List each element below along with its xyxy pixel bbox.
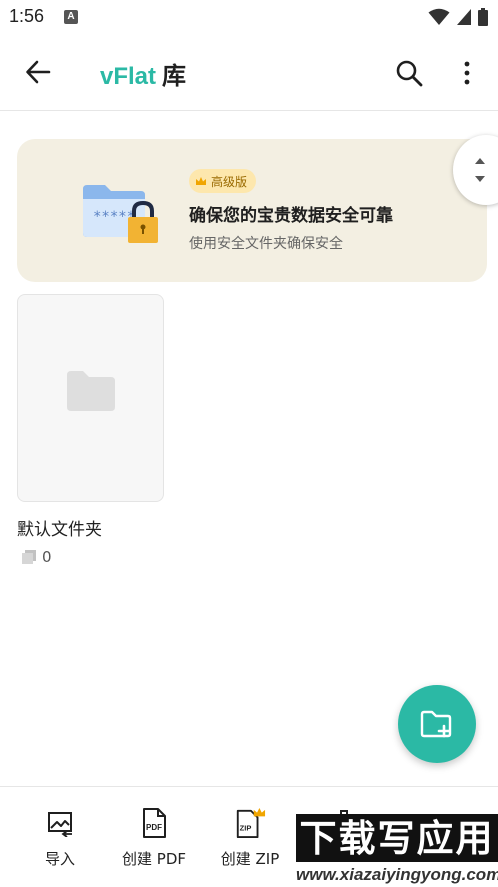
folder-name: 默认文件夹 (17, 520, 102, 540)
app-bar: vFlat 库 (0, 34, 498, 111)
create-pdf-button[interactable]: PDF 创建 PDF (106, 807, 202, 869)
folder-item-count: 0 (22, 548, 52, 566)
site-watermark: 下载写应用 www.xiazaiyingyong.com (296, 814, 498, 887)
signal-icon (457, 9, 471, 25)
import-image-icon (48, 812, 72, 837)
title-suffix: 库 (162, 62, 187, 90)
scroll-up-down-icon (475, 158, 485, 182)
wifi-icon (428, 8, 450, 25)
status-time: 1:56 (9, 6, 45, 26)
banner-subtitle: 使用安全文件夹确保安全 (189, 236, 343, 252)
premium-badge: 高级版 (189, 169, 257, 193)
crown-icon (196, 177, 206, 185)
pages-icon (22, 550, 36, 564)
import-button[interactable]: 导入 (12, 807, 108, 869)
search-icon (396, 60, 423, 87)
status-icons (428, 6, 488, 28)
zip-icon: ZIP (236, 807, 266, 839)
new-folder-fab[interactable] (398, 685, 476, 763)
folder-icon (67, 371, 115, 411)
create-zip-label: 创建 ZIP (220, 850, 280, 868)
svg-text:ZIP: ZIP (240, 824, 252, 833)
status-bar: 1:56 A (0, 0, 498, 34)
battery-icon (478, 8, 488, 26)
import-label: 导入 (44, 850, 75, 868)
secure-folder-illustration: ***** (83, 185, 158, 243)
page-title: vFlat 库 (100, 56, 186, 91)
pdf-icon: PDF (143, 808, 166, 838)
svg-text:PDF: PDF (146, 823, 162, 832)
banner-title: 确保您的宝贵数据安全可靠 (189, 206, 393, 226)
a-icon: A (64, 10, 78, 24)
back-button[interactable] (22, 56, 54, 88)
watermark-url: www.xiazaiyingyong.com (296, 862, 498, 887)
search-button[interactable] (392, 56, 426, 90)
premium-badge-label: 高级版 (211, 174, 248, 189)
title-brand: vFlat (100, 63, 157, 90)
folder-add-icon (420, 710, 452, 738)
more-options-button[interactable] (455, 56, 479, 90)
more-vert-icon (464, 61, 470, 85)
arrow-left-icon (26, 60, 51, 84)
create-pdf-label: 创建 PDF (122, 850, 186, 868)
folder-card[interactable] (17, 294, 164, 502)
folder-count-value: 0 (42, 548, 52, 566)
watermark-title: 下载写应用 (296, 814, 498, 864)
secure-folder-banner[interactable]: ***** 高级版 确保您的宝贵数据安全可靠 使用安全文件夹确保安全 (17, 139, 487, 282)
create-zip-button[interactable]: ZIP 创建 ZIP (202, 807, 298, 869)
